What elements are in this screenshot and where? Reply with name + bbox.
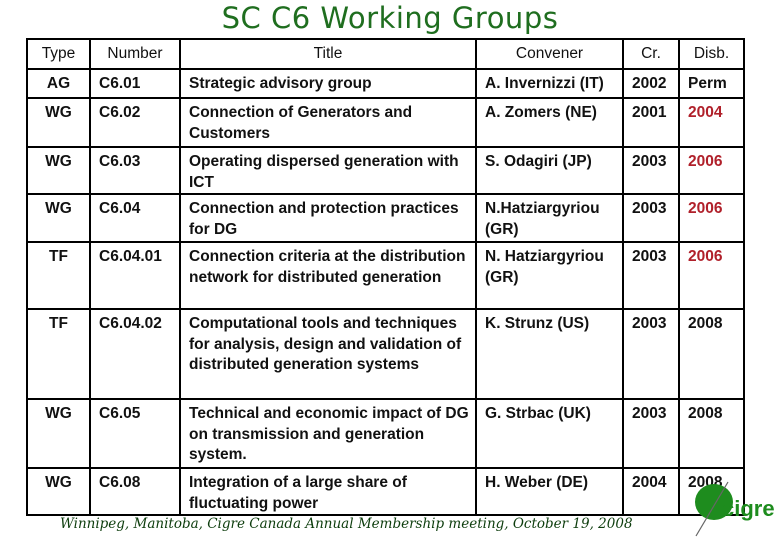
cell-created: 2002 bbox=[622, 68, 680, 99]
header-created: Cr. bbox=[622, 38, 680, 70]
table-row: WG C6.05 Technical and economic impact of … bbox=[26, 398, 745, 469]
cell-disbanded: 2008 bbox=[678, 308, 745, 400]
table-row: WG C6.02 Connection of Generators and Cust… bbox=[26, 97, 745, 148]
table-row: WG C6.04 Connection and protection practic… bbox=[26, 193, 745, 243]
cell-title: Operating dispersed generation with ICT bbox=[179, 146, 477, 195]
cell-type: AG bbox=[26, 68, 91, 99]
cell-convener: S. Odagiri (JP) bbox=[475, 146, 624, 195]
cell-disbanded: 2008 bbox=[678, 398, 745, 469]
cell-disbanded: 2006 bbox=[678, 146, 745, 195]
cell-disbanded: 2006 bbox=[678, 193, 745, 243]
table-header-row: Type Number Title Convener Cr. Disb. bbox=[26, 38, 745, 70]
cell-number: C6.04.01 bbox=[89, 241, 181, 310]
header-convener: Convener bbox=[475, 38, 624, 70]
cell-convener: G. Strbac (UK) bbox=[475, 398, 624, 469]
cell-type: WG bbox=[26, 398, 91, 469]
table-row: TF C6.04.02 Computational tools and techni… bbox=[26, 308, 745, 400]
header-type: Type bbox=[26, 38, 91, 70]
table-row: WG C6.03 Operating dispersed generation wi… bbox=[26, 146, 745, 195]
cell-number: C6.04 bbox=[89, 193, 181, 243]
cell-type: WG bbox=[26, 193, 91, 243]
cell-created: 2003 bbox=[622, 193, 680, 243]
cell-disbanded: 2006 bbox=[678, 241, 745, 310]
cell-type: WG bbox=[26, 467, 91, 516]
cell-number: C6.04.02 bbox=[89, 308, 181, 400]
header-title: Title bbox=[179, 38, 477, 70]
cell-title: Integration of a large share of fluctuat… bbox=[179, 467, 477, 516]
cell-title: Computational tools and techniques for a… bbox=[179, 308, 477, 400]
cell-convener: N.Hatziargyriou (GR) bbox=[475, 193, 624, 243]
cell-created: 2003 bbox=[622, 398, 680, 469]
cell-convener: A. Zomers (NE) bbox=[475, 97, 624, 148]
cell-disbanded: Perm bbox=[678, 68, 745, 99]
cell-convener: H. Weber (DE) bbox=[475, 467, 624, 516]
cell-convener: K. Strunz (US) bbox=[475, 308, 624, 400]
cigre-logo: cigre bbox=[695, 481, 775, 537]
cell-title: Strategic advisory group bbox=[179, 68, 477, 99]
working-groups-table: Type Number Title Convener Cr. Disb. AG C… bbox=[26, 38, 745, 516]
cell-type: TF bbox=[26, 308, 91, 400]
footer-text: Winnipeg, Manitoba, Cigre Canada Annual … bbox=[60, 516, 633, 532]
logo-text: cigre bbox=[722, 496, 775, 521]
cell-title: Connection of Generators and Customers bbox=[179, 97, 477, 148]
cell-number: C6.01 bbox=[89, 68, 181, 99]
cell-number: C6.02 bbox=[89, 97, 181, 148]
cell-title: Technical and economic impact of DG on t… bbox=[179, 398, 477, 469]
cell-disbanded: 2004 bbox=[678, 97, 745, 148]
cell-created: 2001 bbox=[622, 97, 680, 148]
cell-type: WG bbox=[26, 146, 91, 195]
cell-title: Connection criteria at the distribution … bbox=[179, 241, 477, 310]
header-disbanded: Disb. bbox=[678, 38, 745, 70]
cell-number: C6.03 bbox=[89, 146, 181, 195]
cell-created: 2003 bbox=[622, 241, 680, 310]
cell-type: WG bbox=[26, 97, 91, 148]
table-row: WG C6.08 Integration of a large share of f… bbox=[26, 467, 745, 516]
cell-created: 2003 bbox=[622, 146, 680, 195]
cell-type: TF bbox=[26, 241, 91, 310]
table-row: AG C6.01 Strategic advisory group A. Invern… bbox=[26, 68, 745, 99]
header-number: Number bbox=[89, 38, 181, 70]
cell-title: Connection and protection practices for … bbox=[179, 193, 477, 243]
cell-created: 2003 bbox=[622, 308, 680, 400]
cell-convener: N. Hatziargyriou (GR) bbox=[475, 241, 624, 310]
cell-convener: A. Invernizzi (IT) bbox=[475, 68, 624, 99]
table-row: TF C6.04.01 Connection criteria at the dis… bbox=[26, 241, 745, 310]
slide-title: SC C6 Working Groups bbox=[221, 1, 559, 35]
cell-created: 2004 bbox=[622, 467, 680, 516]
cell-number: C6.08 bbox=[89, 467, 181, 516]
cell-number: C6.05 bbox=[89, 398, 181, 469]
